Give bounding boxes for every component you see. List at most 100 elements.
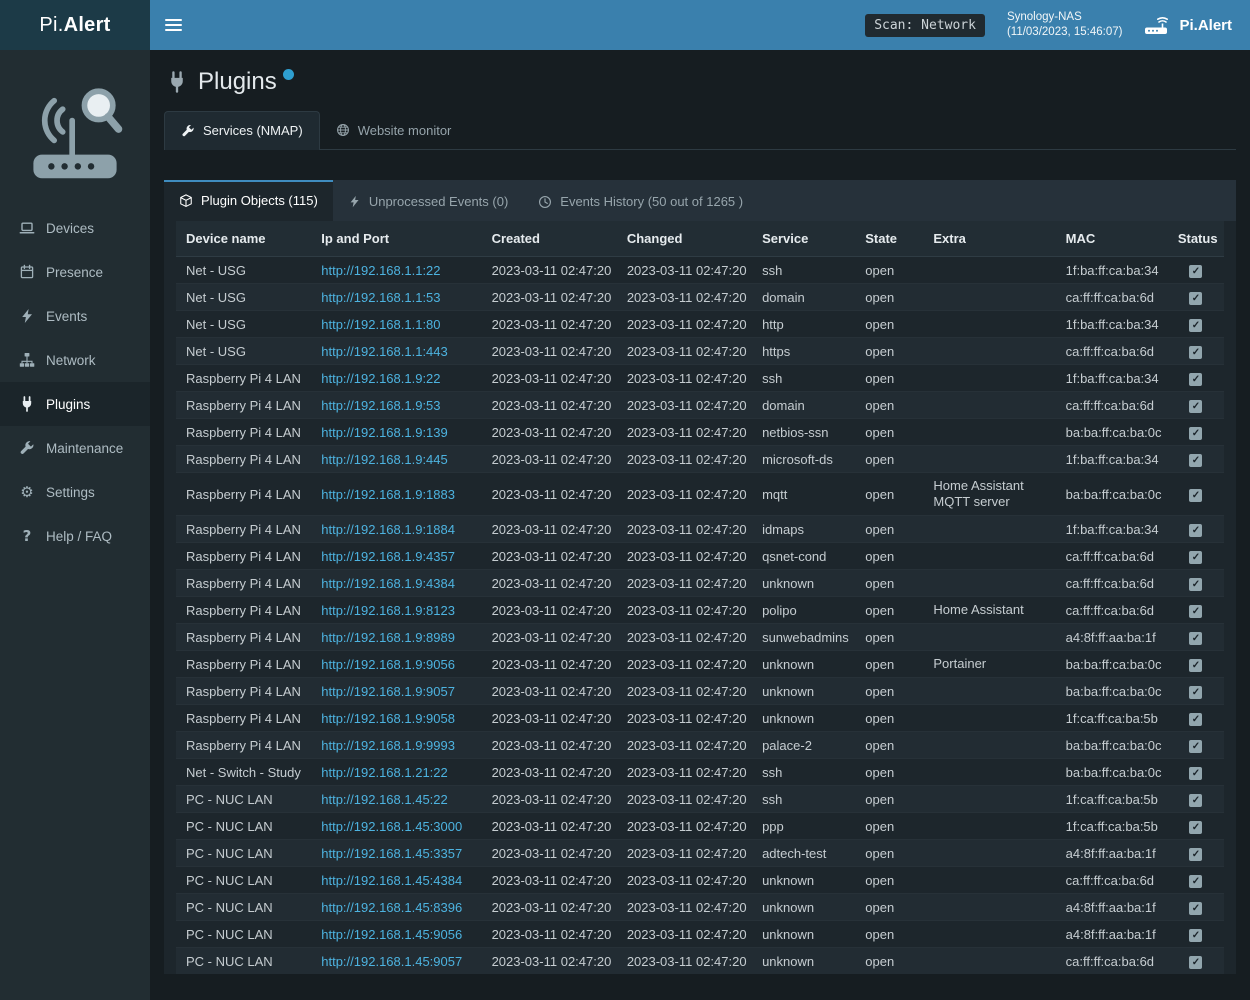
menu-toggle-button[interactable] bbox=[165, 19, 182, 31]
cell-service: qsnet-cond bbox=[752, 543, 855, 570]
cell-mac: 1f:ca:ff:ca:ba:5b bbox=[1056, 813, 1168, 840]
sidebar-item-events[interactable]: Events bbox=[0, 294, 150, 338]
cell-status: ✓ bbox=[1168, 732, 1224, 759]
ip-port-link[interactable]: http://192.168.1.1:443 bbox=[321, 344, 448, 359]
table-row: Raspberry Pi 4 LANhttp://192.168.1.9:435… bbox=[176, 543, 1224, 570]
ip-port-link[interactable]: http://192.168.1.9:9056 bbox=[321, 657, 455, 672]
tab-unprocessed-events[interactable]: Unprocessed Events (0) bbox=[333, 180, 523, 221]
cell-created: 2023-03-11 02:47:20 bbox=[482, 570, 617, 597]
sidebar-item-help-faq[interactable]: ? Help / FAQ bbox=[0, 514, 150, 558]
ip-port-link[interactable]: http://192.168.1.1:53 bbox=[321, 290, 440, 305]
tab-website-monitor[interactable]: Website monitor bbox=[320, 111, 468, 149]
ip-port-link[interactable]: http://192.168.1.9:4384 bbox=[321, 576, 455, 591]
cell-device-name: PC - NUC LAN bbox=[176, 786, 311, 813]
sidebar-item-maintenance[interactable]: Maintenance bbox=[0, 426, 150, 470]
ip-port-link[interactable]: http://192.168.1.9:4357 bbox=[321, 549, 455, 564]
sidebar-item-settings[interactable]: ⚙ Settings bbox=[0, 470, 150, 514]
cell-ip-port: http://192.168.1.21:22 bbox=[311, 759, 481, 786]
ip-port-link[interactable]: http://192.168.1.9:445 bbox=[321, 452, 448, 467]
status-checkbox[interactable]: ✓ bbox=[1189, 489, 1202, 502]
ip-port-link[interactable]: http://192.168.1.45:3357 bbox=[321, 846, 462, 861]
ip-port-link[interactable]: http://192.168.1.45:9057 bbox=[321, 954, 462, 969]
cell-ip-port: http://192.168.1.9:1883 bbox=[311, 473, 481, 516]
cell-extra bbox=[923, 365, 1055, 392]
ip-port-link[interactable]: http://192.168.1.21:22 bbox=[321, 765, 448, 780]
table-row: Net - USGhttp://192.168.1.1:532023-03-11… bbox=[176, 284, 1224, 311]
cell-state: open bbox=[855, 705, 923, 732]
cell-status: ✓ bbox=[1168, 311, 1224, 338]
status-checkbox[interactable]: ✓ bbox=[1189, 319, 1202, 332]
status-checkbox[interactable]: ✓ bbox=[1189, 551, 1202, 564]
status-checkbox[interactable]: ✓ bbox=[1189, 740, 1202, 753]
status-checkbox[interactable]: ✓ bbox=[1189, 902, 1202, 915]
sidebar-item-label: Settings bbox=[46, 485, 95, 500]
ip-port-link[interactable]: http://192.168.1.9:53 bbox=[321, 398, 440, 413]
tab-label: Services (NMAP) bbox=[203, 123, 303, 138]
status-checkbox[interactable]: ✓ bbox=[1189, 632, 1202, 645]
ip-port-link[interactable]: http://192.168.1.45:3000 bbox=[321, 819, 462, 834]
sidebar-item-presence[interactable]: Presence bbox=[0, 250, 150, 294]
ip-port-link[interactable]: http://192.168.1.9:139 bbox=[321, 425, 448, 440]
status-checkbox[interactable]: ✓ bbox=[1189, 875, 1202, 888]
status-checkbox[interactable]: ✓ bbox=[1189, 292, 1202, 305]
status-checkbox[interactable]: ✓ bbox=[1189, 767, 1202, 780]
sidebar-item-plugins[interactable]: Plugins bbox=[0, 382, 150, 426]
cell-ip-port: http://192.168.1.45:9057 bbox=[311, 948, 481, 975]
cell-service: polipo bbox=[752, 597, 855, 624]
status-checkbox[interactable]: ✓ bbox=[1189, 346, 1202, 359]
tab-label: Plugin Objects (115) bbox=[201, 193, 318, 208]
ip-port-link[interactable]: http://192.168.1.45:22 bbox=[321, 792, 448, 807]
status-checkbox[interactable]: ✓ bbox=[1189, 454, 1202, 467]
ip-port-link[interactable]: http://192.168.1.9:9993 bbox=[321, 738, 455, 753]
tab-services-nmap[interactable]: Services (NMAP) bbox=[164, 111, 320, 150]
bolt-icon bbox=[19, 308, 35, 324]
ip-port-link[interactable]: http://192.168.1.9:9058 bbox=[321, 711, 455, 726]
ip-port-link[interactable]: http://192.168.1.45:9056 bbox=[321, 927, 462, 942]
cell-state: open bbox=[855, 813, 923, 840]
status-checkbox[interactable]: ✓ bbox=[1189, 956, 1202, 969]
ip-port-link[interactable]: http://192.168.1.9:9057 bbox=[321, 684, 455, 699]
status-checkbox[interactable]: ✓ bbox=[1189, 373, 1202, 386]
topbar-brand[interactable]: Pi.Alert bbox=[1144, 15, 1232, 35]
cell-extra bbox=[923, 948, 1055, 975]
table-row: Raspberry Pi 4 LANhttp://192.168.1.9:438… bbox=[176, 570, 1224, 597]
cell-ip-port: http://192.168.1.9:4357 bbox=[311, 543, 481, 570]
ip-port-link[interactable]: http://192.168.1.45:8396 bbox=[321, 900, 462, 915]
ip-port-link[interactable]: http://192.168.1.9:1883 bbox=[321, 487, 455, 502]
ip-port-link[interactable]: http://192.168.1.9:1884 bbox=[321, 522, 455, 537]
status-checkbox[interactable]: ✓ bbox=[1189, 929, 1202, 942]
status-checkbox[interactable]: ✓ bbox=[1189, 686, 1202, 699]
tab-events-history[interactable]: Events History (50 out of 1265 ) bbox=[523, 180, 758, 221]
status-checkbox[interactable]: ✓ bbox=[1189, 713, 1202, 726]
status-checkbox[interactable]: ✓ bbox=[1189, 848, 1202, 861]
status-checkbox[interactable]: ✓ bbox=[1189, 605, 1202, 618]
status-checkbox[interactable]: ✓ bbox=[1189, 659, 1202, 672]
cell-ip-port: http://192.168.1.9:9057 bbox=[311, 678, 481, 705]
title-help-badge[interactable] bbox=[283, 69, 294, 80]
ip-port-link[interactable]: http://192.168.1.45:4384 bbox=[321, 873, 462, 888]
status-checkbox[interactable]: ✓ bbox=[1189, 821, 1202, 834]
status-checkbox[interactable]: ✓ bbox=[1189, 400, 1202, 413]
ip-port-link[interactable]: http://192.168.1.1:80 bbox=[321, 317, 440, 332]
sidebar-item-label: Maintenance bbox=[46, 441, 123, 456]
status-checkbox[interactable]: ✓ bbox=[1189, 794, 1202, 807]
status-checkbox[interactable]: ✓ bbox=[1189, 265, 1202, 278]
status-checkbox[interactable]: ✓ bbox=[1189, 578, 1202, 591]
sidebar-item-devices[interactable]: Devices bbox=[0, 206, 150, 250]
sidebar-item-network[interactable]: Network bbox=[0, 338, 150, 382]
table-row: Raspberry Pi 4 LANhttp://192.168.1.9:532… bbox=[176, 392, 1224, 419]
cell-device-name: Raspberry Pi 4 LAN bbox=[176, 516, 311, 543]
tab-plugin-objects[interactable]: Plugin Objects (115) bbox=[164, 180, 333, 221]
app-logo[interactable]: Pi.Alert bbox=[0, 0, 150, 50]
column-header-extra: Extra bbox=[923, 221, 1055, 257]
host-info: Synology-NAS (11/03/2023, 15:46:07) bbox=[1007, 10, 1123, 40]
ip-port-link[interactable]: http://192.168.1.1:22 bbox=[321, 263, 440, 278]
ip-port-link[interactable]: http://192.168.1.9:22 bbox=[321, 371, 440, 386]
status-checkbox[interactable]: ✓ bbox=[1189, 427, 1202, 440]
ip-port-link[interactable]: http://192.168.1.9:8123 bbox=[321, 603, 455, 618]
cell-ip-port: http://192.168.1.1:443 bbox=[311, 338, 481, 365]
status-checkbox[interactable]: ✓ bbox=[1189, 524, 1202, 537]
cell-status: ✓ bbox=[1168, 786, 1224, 813]
cell-extra bbox=[923, 786, 1055, 813]
ip-port-link[interactable]: http://192.168.1.9:8989 bbox=[321, 630, 455, 645]
